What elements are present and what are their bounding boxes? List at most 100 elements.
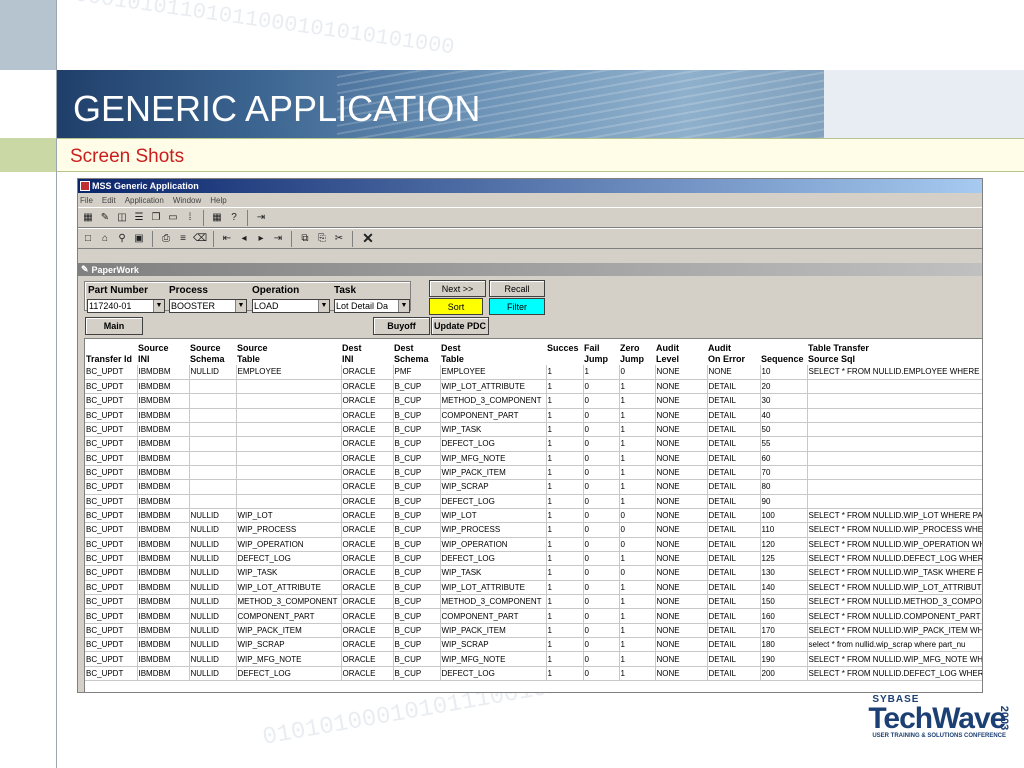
table-cell[interactable]: NULLID bbox=[189, 365, 237, 380]
table-cell[interactable]: 20 bbox=[760, 379, 808, 395]
table-cell[interactable]: B_CUP bbox=[393, 393, 441, 409]
table-cell[interactable]: DETAIL bbox=[707, 465, 761, 481]
table-cell[interactable]: ORACLE bbox=[341, 422, 394, 438]
table-cell[interactable]: WIP_MFG_NOTE bbox=[236, 651, 342, 667]
table-cell[interactable]: 1 bbox=[546, 537, 584, 552]
table-cell[interactable]: WIP_SCRAP bbox=[440, 637, 547, 653]
tile-horizontal-icon[interactable]: ☰ bbox=[132, 211, 146, 225]
new-icon[interactable]: □ bbox=[81, 232, 95, 246]
table-cell[interactable]: 1 bbox=[546, 465, 584, 481]
table-cell[interactable]: B_CUP bbox=[393, 594, 441, 610]
table-cell[interactable]: ORACLE bbox=[341, 408, 394, 423]
table-cell[interactable]: NONE bbox=[655, 422, 708, 438]
table-cell[interactable]: BC_UPDT bbox=[85, 522, 138, 538]
table-cell[interactable]: ORACLE bbox=[341, 594, 394, 610]
table-cell[interactable]: NONE bbox=[655, 365, 708, 380]
table-cell[interactable]: 80 bbox=[760, 479, 808, 495]
table-row[interactable]: BC_UPDT IBMDBM NULLID WIP_SCRAP ORACLE B_CUP W… bbox=[85, 637, 982, 653]
table-cell[interactable]: B_CUP bbox=[393, 637, 441, 653]
table-cell[interactable]: B_CUP bbox=[393, 422, 441, 438]
table-cell[interactable]: IBMDBM bbox=[137, 393, 190, 409]
table-cell[interactable]: DETAIL bbox=[707, 451, 761, 466]
table-cell[interactable]: DEFECT_LOG bbox=[440, 494, 547, 509]
table-cell[interactable] bbox=[807, 465, 982, 481]
table-cell[interactable]: BC_UPDT bbox=[85, 422, 138, 438]
table-cell[interactable]: IBMDBM bbox=[137, 551, 190, 567]
table-cell[interactable]: 1 bbox=[546, 666, 584, 682]
table-cell[interactable]: ORACLE bbox=[341, 580, 394, 596]
table-cell[interactable]: BC_UPDT bbox=[85, 479, 138, 495]
table-cell[interactable]: IBMDBM bbox=[137, 522, 190, 538]
table-cell[interactable]: 60 bbox=[760, 451, 808, 466]
copy-icon[interactable]: ⧉ bbox=[298, 232, 312, 246]
table-cell[interactable]: WIP_MFG_NOTE bbox=[440, 451, 547, 466]
table-cell[interactable] bbox=[189, 451, 237, 466]
table-cell[interactable]: PMF bbox=[393, 365, 441, 380]
table-cell[interactable]: IBMDBM bbox=[137, 494, 190, 509]
table-row[interactable]: BC_UPDT IBMDBM NULLID WIP_TASK ORACLE B_CUP WI… bbox=[85, 565, 982, 581]
table-cell[interactable]: 0 bbox=[583, 651, 620, 667]
table-cell[interactable]: NONE bbox=[655, 565, 708, 581]
table-row[interactable]: BC_UPDT IBMDBM ORACLE B_CUP WIP_LOT_ATTRIBUT… bbox=[85, 379, 982, 395]
table-cell[interactable]: 1 bbox=[546, 551, 584, 567]
table-cell[interactable]: ORACLE bbox=[341, 494, 394, 509]
insert-row-icon[interactable]: ≡ bbox=[176, 232, 190, 246]
table-cell[interactable]: 0 bbox=[619, 537, 656, 552]
child-window-titlebar[interactable]: ✎ PaperWork bbox=[78, 263, 982, 276]
column-header[interactable]: Source INI bbox=[137, 339, 189, 365]
table-cell[interactable]: select * from nullid.wip_scrap where par… bbox=[807, 637, 982, 653]
arrange-icons-icon[interactable]: ⁞ bbox=[183, 211, 197, 225]
table-cell[interactable]: NONE bbox=[707, 365, 761, 380]
table-cell[interactable]: WIP_LOT bbox=[440, 508, 547, 524]
table-cell[interactable]: WIP_LOT_ATTRIBUTE bbox=[440, 580, 547, 596]
table-cell[interactable] bbox=[189, 422, 237, 438]
table-cell[interactable]: BC_UPDT bbox=[85, 365, 138, 380]
table-cell[interactable]: IBMDBM bbox=[137, 508, 190, 524]
table-cell[interactable]: B_CUP bbox=[393, 623, 441, 639]
table-cell[interactable]: DETAIL bbox=[707, 594, 761, 610]
table-cell[interactable]: 0 bbox=[583, 666, 620, 682]
exit-icon[interactable]: ⇥ bbox=[254, 211, 268, 225]
table-cell[interactable]: BC_UPDT bbox=[85, 508, 138, 524]
table-cell[interactable]: B_CUP bbox=[393, 537, 441, 552]
table-cell[interactable]: WIP_SCRAP bbox=[440, 479, 547, 495]
table-cell[interactable]: SELECT * FROM NULLID.WIP_TASK WHERE F bbox=[807, 565, 982, 581]
table-cell[interactable]: WIP_TASK bbox=[440, 565, 547, 581]
table-cell[interactable]: ORACLE bbox=[341, 508, 394, 524]
table-cell[interactable]: 1 bbox=[546, 623, 584, 639]
table-cell[interactable] bbox=[807, 408, 982, 423]
table-cell[interactable]: BC_UPDT bbox=[85, 465, 138, 481]
table-cell[interactable] bbox=[236, 479, 342, 495]
table-cell[interactable] bbox=[236, 436, 342, 452]
table-cell[interactable]: BC_UPDT bbox=[85, 651, 138, 667]
table-cell[interactable]: DETAIL bbox=[707, 637, 761, 653]
column-header[interactable]: Sequence bbox=[760, 339, 807, 365]
chevron-down-icon[interactable]: ▼ bbox=[235, 300, 246, 312]
table-cell[interactable]: 0 bbox=[583, 565, 620, 581]
table-cell[interactable]: SELECT * FROM NULLID.COMPONENT_PART V bbox=[807, 608, 982, 624]
table-cell[interactable]: 1 bbox=[619, 422, 656, 438]
table-cell[interactable]: 1 bbox=[546, 451, 584, 466]
column-header[interactable]: Dest Schema bbox=[393, 339, 440, 365]
table-cell[interactable] bbox=[189, 465, 237, 481]
table-cell[interactable]: B_CUP bbox=[393, 408, 441, 423]
table-cell[interactable]: WIP_OPERATION bbox=[236, 537, 342, 552]
part-number-dropdown[interactable]: 117240-01 ▼ bbox=[87, 299, 165, 313]
table-cell[interactable]: NULLID bbox=[189, 623, 237, 639]
table-cell[interactable]: SELECT * FROM NULLID.WIP_LOT WHERE PA bbox=[807, 508, 982, 524]
table-cell[interactable]: 1 bbox=[619, 465, 656, 481]
table-cell[interactable] bbox=[189, 479, 237, 495]
table-cell[interactable] bbox=[236, 408, 342, 423]
table-cell[interactable]: IBMDBM bbox=[137, 608, 190, 624]
close-icon[interactable]: ✕ bbox=[359, 230, 377, 246]
table-cell[interactable]: SELECT * FROM NULLID.WIP_OPERATION WH bbox=[807, 537, 982, 552]
table-cell[interactable]: BC_UPDT bbox=[85, 637, 138, 653]
table-cell[interactable]: BC_UPDT bbox=[85, 393, 138, 409]
table-cell[interactable]: 1 bbox=[619, 623, 656, 639]
recall-button[interactable]: Recall bbox=[489, 280, 545, 297]
help-icon[interactable]: ? bbox=[227, 211, 241, 225]
table-cell[interactable]: NULLID bbox=[189, 637, 237, 653]
table-cell[interactable]: WIP_PROCESS bbox=[236, 522, 342, 538]
table-cell[interactable]: IBMDBM bbox=[137, 436, 190, 452]
table-cell[interactable] bbox=[189, 408, 237, 423]
